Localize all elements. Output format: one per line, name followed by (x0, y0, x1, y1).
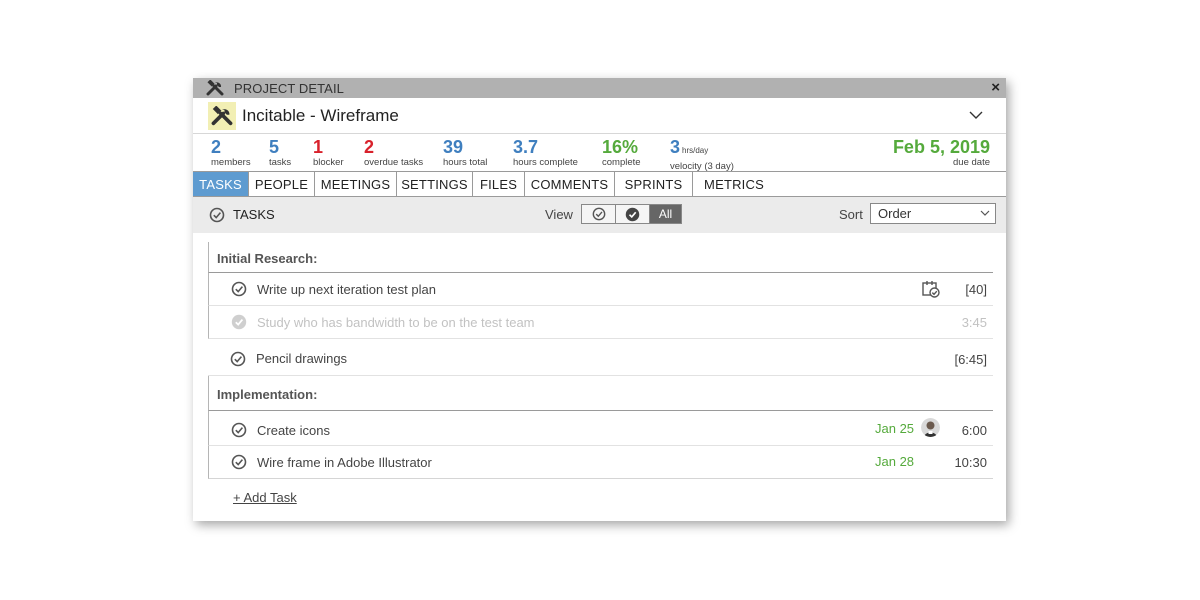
view-completed-button[interactable] (616, 205, 650, 223)
task-row[interactable]: Create icons Jan 25 6:00 (208, 411, 993, 446)
project-header: Incitable - Wireframe (193, 98, 1006, 134)
stat-tasks: 5 tasks (269, 137, 291, 168)
task-list: Initial Research: Write up next iteratio… (208, 242, 993, 479)
tab-metrics[interactable]: METRICS (693, 172, 775, 196)
due-date-value: Feb 5, 2019 (892, 137, 990, 157)
tasks-toolbar: TASKS View All Sort Order (193, 197, 1006, 233)
stat-overdue-tasks: 2 overdue tasks (364, 137, 423, 168)
task-row[interactable]: Wire frame in Adobe Illustrator Jan 28 1… (208, 446, 993, 479)
stat-value: 5 (269, 137, 280, 157)
task-row[interactable]: Write up next iteration test plan [40] (208, 273, 993, 306)
task-time: 6:00 (961, 423, 987, 438)
stat-label: hours total (443, 157, 488, 168)
stat-complete: 16% complete (602, 137, 641, 168)
group-header-initial-research: Initial Research: (208, 242, 993, 273)
task-due-date: Jan 28 (875, 454, 915, 469)
tab-files[interactable]: FILES (473, 172, 525, 196)
stat-velocity: 3 hrs/day velocity (3 day) (670, 137, 734, 172)
check-circle-icon (209, 207, 225, 223)
due-date-label: due date (953, 157, 990, 168)
stat-label: hours complete (513, 157, 578, 168)
tab-meetings[interactable]: MEETINGS (315, 172, 397, 196)
task-row[interactable]: Pencil drawings [6:45] (208, 339, 993, 376)
stat-hours-total: 39 hours total (443, 137, 487, 168)
group-title: Initial Research: (217, 251, 318, 266)
stat-value: 16% (602, 137, 639, 157)
sort-select[interactable]: Order (870, 203, 996, 224)
stat-value: 39 (443, 137, 464, 157)
task-check-icon[interactable] (231, 454, 247, 470)
stat-value: 1 (313, 137, 324, 157)
tools-icon (206, 80, 224, 96)
window-title: PROJECT DETAIL (234, 80, 344, 96)
stat-label: complete (602, 157, 641, 168)
check-circle-filled-icon (625, 207, 640, 221)
tab-sprints[interactable]: SPRINTS (615, 172, 693, 196)
due-date: Feb 5, 2019 due date (893, 137, 990, 168)
project-name: Incitable - Wireframe (242, 105, 399, 125)
tab-tasks[interactable]: TASKS (193, 172, 249, 196)
task-check-icon[interactable] (230, 351, 246, 367)
task-name[interactable]: Write up next iteration test plan (257, 282, 436, 297)
tasks-title: TASKS (233, 207, 275, 222)
stat-members: 2 members (211, 137, 251, 168)
task-name[interactable]: Study who has bandwidth to be on the tes… (257, 315, 535, 330)
project-tools-icon (208, 101, 236, 130)
check-circle-outline-icon (592, 207, 605, 221)
stat-label: tasks (269, 157, 292, 168)
stat-value: 3.7 (513, 137, 539, 157)
tab-people[interactable]: PEOPLE (249, 172, 315, 196)
task-due-date: Jan 25 (875, 421, 915, 436)
task-check-icon[interactable] (231, 281, 247, 297)
task-name[interactable]: Wire frame in Adobe Illustrator (257, 455, 432, 470)
stat-unit: hrs/day (682, 146, 709, 155)
stat-label: velocity (3 day) (670, 161, 734, 172)
view-incomplete-button[interactable] (582, 205, 616, 223)
window-titlebar[interactable]: PROJECT DETAIL × (193, 78, 1006, 98)
group-header-implementation: Implementation: (208, 376, 993, 411)
stat-label: members (211, 157, 251, 168)
tab-comments[interactable]: COMMENTS (525, 172, 615, 196)
calendar-check-icon[interactable] (921, 279, 941, 299)
task-name[interactable]: Pencil drawings (256, 351, 347, 366)
stat-value: 2 (211, 137, 222, 157)
task-row[interactable]: Study who has bandwidth to be on the tes… (208, 306, 993, 339)
stat-value: 3 (670, 137, 681, 157)
view-filter: All (581, 204, 682, 224)
chevron-down-icon (980, 210, 990, 216)
project-stats: 2 members 5 tasks 1 blocker 2 overdue ta… (193, 134, 1006, 172)
task-check-completed-icon[interactable] (231, 314, 247, 330)
view-all-button[interactable]: All (650, 205, 681, 223)
task-time: [40] (965, 282, 987, 297)
stat-hours-complete: 3.7 hours complete (513, 137, 578, 168)
task-check-icon[interactable] (231, 422, 247, 438)
close-icon[interactable]: × (991, 79, 1000, 97)
stat-value: 2 (364, 137, 375, 157)
tab-bar: TASKS PEOPLE MEETINGS SETTINGS FILES COM… (193, 172, 1006, 197)
task-time: [6:45] (954, 352, 987, 367)
task-name[interactable]: Create icons (257, 423, 330, 438)
stat-label: blocker (313, 157, 344, 168)
view-label: View (545, 207, 573, 222)
group-title: Implementation: (217, 387, 318, 402)
stat-label: overdue tasks (364, 157, 424, 168)
tab-settings[interactable]: SETTINGS (397, 172, 473, 196)
task-time: 10:30 (954, 455, 987, 470)
chevron-down-icon[interactable] (968, 107, 984, 123)
sort-label: Sort (839, 207, 863, 222)
project-detail-window: PROJECT DETAIL × Incitable - Wireframe 2… (193, 78, 1006, 521)
add-task-link[interactable]: + Add Task (233, 490, 297, 505)
task-time: 3:45 (961, 315, 987, 330)
stat-blocker: 1 blocker (313, 137, 344, 168)
sort-select-value: Order (878, 206, 912, 221)
avatar[interactable] (921, 418, 940, 437)
